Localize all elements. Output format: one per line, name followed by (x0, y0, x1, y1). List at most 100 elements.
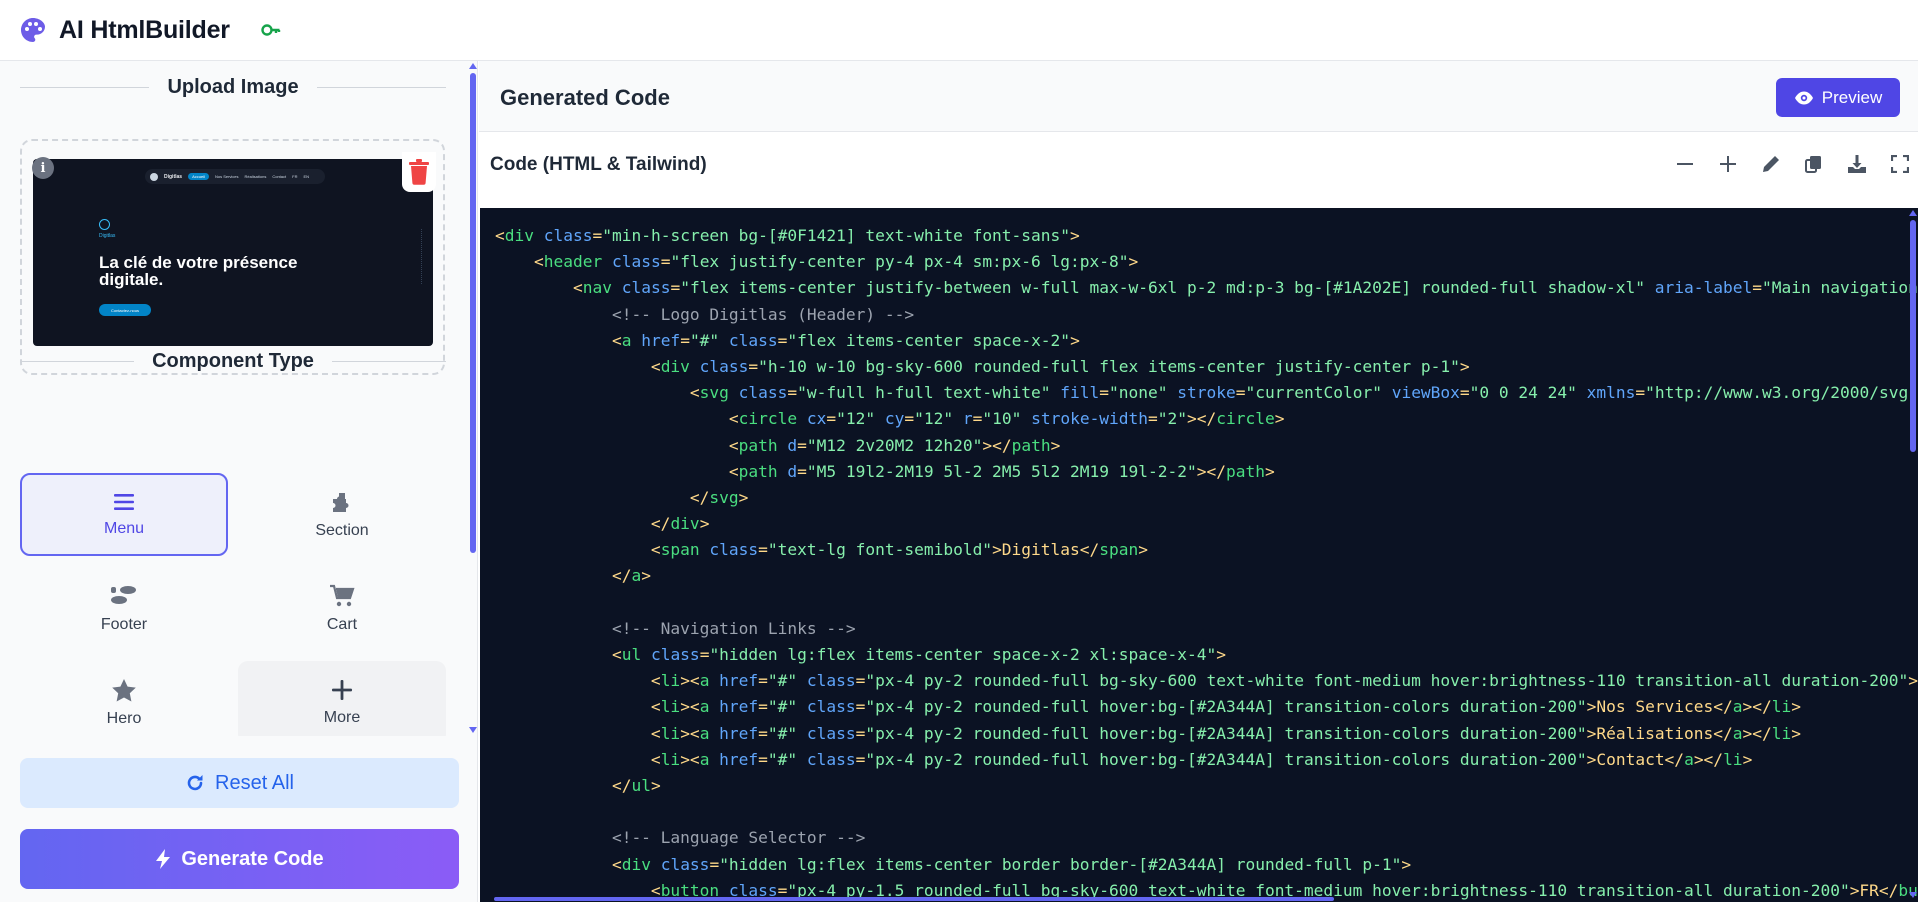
component-label: Hero (106, 709, 142, 727)
download-icon (1848, 155, 1866, 173)
component-more[interactable]: More (238, 661, 446, 736)
preview-headline: La clé de votre présence digitale. (99, 253, 298, 289)
component-label: More (323, 708, 361, 726)
upload-heading: Upload Image (167, 76, 299, 98)
scroll-up-arrow[interactable] (1909, 210, 1917, 216)
preview-label: Preview (1821, 87, 1883, 107)
preview-nav-link: Contact (272, 174, 287, 179)
code-line: <svg class="w-full h-full text-white" fi… (495, 383, 1918, 403)
copy-icon (1805, 156, 1821, 173)
key-icon[interactable] (260, 19, 282, 41)
code-line: <path d="M5 19l2-2M19 5l-2 2M5 5l2 2M19 … (495, 461, 1275, 481)
component-cart[interactable]: Cart (238, 567, 446, 650)
preview-nav-link: Réalisations (244, 174, 267, 179)
pencil-icon (1763, 156, 1779, 172)
left-scroll-area: Upload Image Digitlas Accueil Nos Servic… (0, 61, 465, 736)
star-icon (112, 678, 136, 701)
code-line: <path d="M12 2v20M2 12h20"></path> (495, 435, 1061, 455)
editor-vertical-scrollbar[interactable] (1908, 208, 1918, 902)
code-panel-title: Code (HTML & Tailwind) (490, 154, 707, 175)
divider (20, 361, 135, 362)
uploaded-image-preview: Digitlas Accueil Nos Services Réalisatio… (33, 159, 433, 346)
eye-icon (1794, 91, 1813, 104)
code-editor[interactable]: <div class="min-h-screen bg-[#0F1421] te… (480, 208, 1918, 902)
scroll-up-arrow[interactable] (469, 63, 477, 69)
expand-icon (1891, 155, 1909, 173)
code-line: </svg> (495, 487, 749, 507)
component-label: Menu (103, 519, 145, 537)
component-section[interactable]: Section (238, 473, 446, 556)
code-line: <div class="min-h-screen bg-[#0F1421] te… (495, 226, 1080, 245)
delete-image-button[interactable] (402, 152, 436, 192)
preview-logo-icon (150, 172, 158, 181)
preview-brand-sub: Digitlas (99, 233, 116, 239)
plus-icon (1720, 156, 1736, 172)
bolt-icon (156, 849, 171, 869)
generated-code-header: Generated Code Preview (479, 61, 1918, 132)
shoe-prints-icon (111, 585, 136, 604)
left-scrollbar[interactable] (466, 61, 478, 736)
preview-cta: Contactez-nous (99, 304, 151, 316)
scroll-thumb[interactable] (1910, 220, 1916, 452)
preview-nav-link: Nos Services (214, 174, 239, 179)
component-menu[interactable]: Menu (20, 473, 228, 556)
code-line: <!-- Navigation Links --> (495, 618, 856, 638)
component-hero[interactable]: Hero (20, 661, 228, 736)
code-line: </ul> (495, 775, 661, 795)
component-footer[interactable]: Footer (20, 567, 228, 650)
preview-nav: Digitlas Accueil Nos Services Réalisatio… (145, 169, 325, 184)
edit-button[interactable] (1760, 153, 1782, 175)
zoom-in-button[interactable] (1717, 153, 1739, 175)
editor-horizontal-scrollbar[interactable] (480, 896, 1908, 902)
fullscreen-button[interactable] (1889, 153, 1911, 175)
scroll-thumb[interactable] (470, 73, 476, 553)
download-button[interactable] (1846, 153, 1868, 175)
preview-side-rail (421, 229, 423, 284)
preview-brand: Digitlas (164, 173, 183, 180)
copy-button[interactable] (1803, 153, 1825, 175)
code-line: <!-- Logo Digitlas (Header) --> (495, 304, 915, 324)
code-line: <!-- Language Selector --> (495, 828, 866, 848)
code-content[interactable]: <div class="min-h-screen bg-[#0F1421] te… (495, 223, 1918, 902)
code-line: <circle cx="12" cy="12" r="10" stroke-wi… (495, 409, 1285, 429)
code-toolbar (1674, 153, 1911, 175)
scroll-down-arrow[interactable] (469, 727, 477, 733)
cart-icon (330, 584, 355, 606)
info-icon[interactable]: i (32, 157, 54, 179)
upload-dropzone[interactable]: Digitlas Accueil Nos Services Réalisatio… (20, 139, 445, 375)
trash-icon (409, 159, 429, 185)
preview-button[interactable]: Preview (1776, 78, 1900, 117)
scroll-down-arrow[interactable] (1909, 892, 1917, 898)
component-label: Cart (326, 615, 358, 633)
reset-all-button[interactable]: Reset All (20, 758, 459, 808)
redo-icon (187, 775, 203, 791)
left-panel: Upload Image Digitlas Accueil Nos Servic… (0, 61, 478, 902)
code-line: <li><a href="#" class="px-4 py-2 rounded… (495, 671, 1918, 691)
bars-icon (114, 493, 134, 510)
component-label: Footer (100, 615, 148, 633)
app-title: AI HtmlBuilder (59, 15, 230, 44)
divider (316, 87, 447, 88)
code-line: <span class="text-lg font-semibold">Digi… (495, 540, 1148, 560)
generate-code-button[interactable]: Generate Code (20, 829, 459, 889)
right-panel: Generated Code Preview Code (HTML & Tail… (479, 61, 1918, 902)
puzzle-icon (333, 492, 349, 512)
component-heading: Component Type (152, 350, 314, 372)
divider (20, 87, 150, 88)
code-line: </a> (495, 566, 651, 586)
scroll-thumb[interactable] (494, 897, 1334, 901)
code-line: <li><a href="#" class="px-4 py-2 rounded… (495, 749, 1753, 769)
code-line: <li><a href="#" class="px-4 py-2 rounded… (495, 723, 1802, 743)
code-line: </div> (495, 514, 710, 534)
code-line: <header class="flex justify-center py-4 … (495, 252, 1139, 272)
divider (331, 361, 447, 362)
plus-icon (332, 679, 352, 700)
minus-icon (1677, 163, 1693, 165)
upload-heading-row: Upload Image (20, 76, 447, 99)
generated-code-title: Generated Code (500, 85, 670, 110)
generate-code-label: Generate Code (181, 847, 324, 870)
reset-all-label: Reset All (215, 771, 294, 794)
zoom-out-button[interactable] (1674, 153, 1696, 175)
